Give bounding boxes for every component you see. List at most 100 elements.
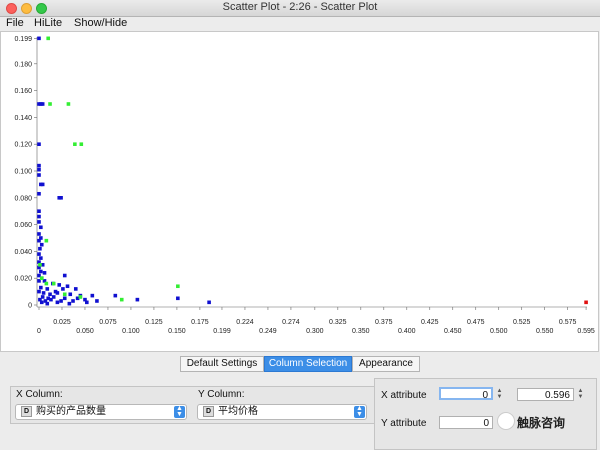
x-tick-label: 0.125	[145, 319, 163, 326]
data-point	[37, 167, 41, 172]
data-point	[176, 284, 180, 289]
menu-file[interactable]: File	[6, 17, 24, 29]
x-attribute-label: X attribute	[381, 390, 427, 401]
data-point	[85, 300, 89, 305]
data-point	[59, 196, 63, 200]
menu-hilite[interactable]: HiLite	[34, 17, 62, 29]
x-tick-label: 0.475	[467, 319, 485, 326]
y-tick-label: 0	[28, 303, 32, 310]
x-column-value: 购买的产品数量	[36, 406, 106, 417]
data-point	[39, 256, 43, 260]
data-point	[37, 36, 41, 41]
data-point	[39, 242, 44, 247]
data-point	[39, 276, 44, 280]
data-point	[37, 252, 41, 256]
y-tick-label: 0.020	[14, 276, 32, 283]
data-point	[40, 182, 45, 187]
data-point	[55, 291, 60, 295]
data-point	[37, 214, 41, 219]
x-tick-label: 0	[37, 328, 41, 335]
chevron-updown-icon: ▲ ▼	[174, 405, 185, 418]
data-point	[95, 299, 99, 303]
double-type-icon: D	[203, 405, 214, 417]
y-tick-label: 0.199	[14, 36, 32, 43]
menu-show-hide[interactable]: Show/Hide	[74, 17, 127, 29]
data-point	[67, 301, 72, 306]
menu-bar: File HiLite Show/Hide	[0, 17, 600, 31]
tab-appearance[interactable]: Appearance	[352, 356, 420, 372]
data-point	[39, 225, 43, 230]
data-point	[46, 36, 50, 41]
window-title: Scatter Plot - 2:26 - Scatter Plot	[222, 1, 378, 13]
column-group: X Column: D 购买的产品数量 ▲ ▼ Y Column: D 平均价格 ▲ ▼	[10, 386, 375, 424]
data-point	[37, 173, 41, 177]
y-attr-min-spinner[interactable]: 0	[439, 416, 493, 429]
x-tick-label: 0.274	[282, 319, 300, 326]
data-point	[45, 301, 50, 306]
data-point	[37, 191, 41, 196]
data-point	[79, 142, 84, 146]
data-point	[37, 238, 41, 243]
y-tick-label: 0.180	[14, 61, 32, 68]
x-attr-min-spinner[interactable]: 0	[439, 387, 493, 401]
data-point	[207, 300, 211, 305]
data-point	[55, 300, 60, 305]
data-point	[59, 299, 63, 303]
x-tick-label: 0.595	[577, 328, 595, 335]
x-column-select[interactable]: D 购买的产品数量 ▲ ▼	[15, 404, 187, 420]
y-column-select[interactable]: D 平均价格 ▲ ▼	[197, 404, 367, 420]
y-attribute-label: Y attribute	[381, 418, 427, 429]
x-tick-label: 0.400	[398, 328, 416, 335]
data-point	[44, 281, 49, 286]
data-point	[90, 293, 95, 298]
y-tick-label: 0.140	[14, 115, 32, 122]
data-point	[62, 292, 67, 297]
data-point	[40, 102, 45, 106]
data-point	[65, 284, 70, 289]
y-tick-label: 0.060	[14, 222, 32, 229]
x-tick-label: 0.425	[421, 319, 439, 326]
x-tick-label: 0.550	[536, 328, 554, 335]
data-point	[48, 292, 52, 297]
data-point	[176, 296, 180, 301]
data-point	[68, 292, 73, 297]
double-type-icon: D	[21, 405, 32, 417]
x-tick-label: 0.224	[236, 319, 254, 326]
x-attr-max-spinner[interactable]: 0.596	[517, 388, 574, 401]
watermark-text: 触脉咨询	[517, 416, 566, 430]
x-tick-label: 0.350	[352, 328, 370, 335]
data-point	[61, 287, 65, 291]
data-point	[37, 209, 41, 213]
x-tick-label: 0.025	[53, 319, 71, 326]
data-point	[48, 102, 52, 106]
watermark: 触脉咨询	[497, 412, 595, 430]
x-tick-label: 0.450	[444, 328, 462, 335]
scatter-plot-panel[interactable]: 0 0.020 0.040 0.060 0.080 0.100 0.120 0.140 0.16…	[0, 31, 599, 352]
tab-column-selection[interactable]: Column Selection	[264, 356, 352, 372]
x-tick-label: 0.325	[329, 319, 347, 326]
x-attr-max-stepper[interactable]: ▲ ▼	[577, 388, 584, 401]
x-tick-label: 0.249	[259, 328, 277, 335]
x-attr-min-stepper[interactable]: ▲ ▼	[496, 388, 503, 401]
data-point	[37, 232, 41, 236]
x-tick-label: 0.500	[490, 328, 508, 335]
chevron-updown-icon: ▲ ▼	[354, 405, 365, 418]
data-point	[73, 287, 78, 291]
data-point	[66, 102, 71, 106]
x-tick-label: 0.075	[99, 319, 117, 326]
data-point	[39, 269, 43, 274]
data-point	[41, 291, 46, 295]
data-point	[42, 271, 47, 275]
data-point	[71, 299, 75, 303]
x-tick-label: 0.100	[122, 328, 140, 335]
tab-default-settings[interactable]: Default Settings	[180, 356, 264, 372]
y-tick-label: 0.080	[14, 195, 32, 202]
x-tick-label: 0.150	[168, 328, 186, 335]
x-tick-label: 0.575	[559, 319, 577, 326]
scatter-plot[interactable]: 0 0.020 0.040 0.060 0.080 0.100 0.120 0.140 0.16…	[1, 32, 598, 351]
x-tick-label: 0.525	[513, 319, 531, 326]
data-point	[113, 293, 118, 298]
x-tick-label: 0.050	[76, 328, 94, 335]
data-point	[135, 297, 140, 302]
x-tick-label: 0.375	[375, 319, 393, 326]
